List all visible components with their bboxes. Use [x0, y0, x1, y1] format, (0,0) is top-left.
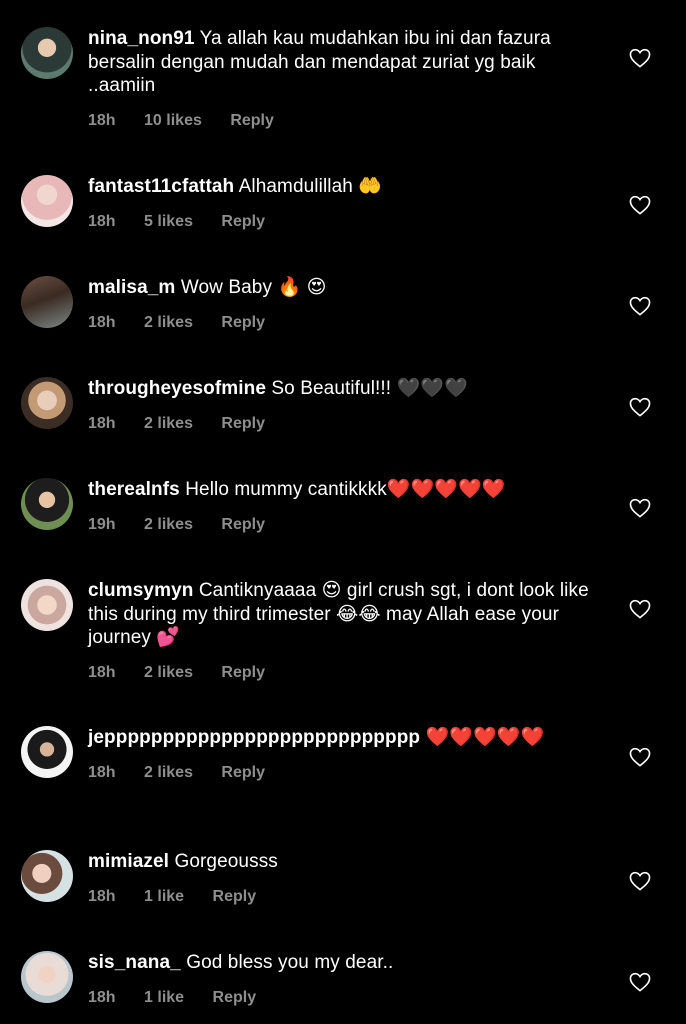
reply-button[interactable]: Reply: [213, 888, 257, 905]
comment-time: 18h: [88, 763, 116, 781]
comment-username[interactable]: througheyesofmine: [88, 378, 266, 399]
comment-body: sis_nana_ God bless you my dear.. 18h 1 …: [88, 951, 608, 1007]
comment-text: sis_nana_ God bless you my dear..: [88, 951, 608, 975]
reply-button[interactable]: Reply: [213, 989, 257, 1006]
comment-likes[interactable]: 1 like: [144, 888, 184, 905]
like-heart-icon[interactable]: [629, 498, 651, 518]
comment-message: God bless you my dear..: [186, 952, 394, 973]
comment-time: 18h: [88, 212, 116, 230]
comment-text: therealnfs Hello mummy cantikkkk❤️❤️❤️❤️…: [88, 478, 608, 502]
reply-button[interactable]: Reply: [221, 213, 265, 230]
comment-username[interactable]: nina_non91: [88, 28, 195, 49]
reply-button[interactable]: Reply: [221, 664, 265, 681]
reply-button[interactable]: Reply: [221, 516, 265, 533]
comment-likes[interactable]: 2 likes: [144, 664, 193, 681]
avatar[interactable]: [21, 175, 73, 227]
comment-message: Hello mummy cantikkkk❤️❤️❤️❤️❤️: [185, 479, 506, 500]
avatar[interactable]: [21, 726, 73, 778]
comment-username[interactable]: jeppppppppppppppppppppppppppp: [88, 727, 420, 748]
avatar[interactable]: [21, 579, 73, 631]
comment-body: malisa_m Wow Baby 🔥 😍 18h 2 likes Reply: [88, 276, 608, 332]
like-heart-icon[interactable]: [629, 871, 651, 891]
avatar[interactable]: [21, 478, 73, 530]
comment-body: througheyesofmine So Beautiful!!! 🖤🖤🖤 18…: [88, 377, 608, 433]
comment-time: 18h: [88, 663, 116, 681]
comment-likes[interactable]: 10 likes: [144, 112, 202, 129]
comment-likes[interactable]: 2 likes: [144, 516, 193, 533]
comment-text: clumsymyn Cantiknyaaaa 😍 girl crush sgt,…: [88, 579, 608, 650]
like-heart-icon[interactable]: [629, 48, 651, 68]
like-heart-icon[interactable]: [629, 747, 651, 767]
reply-button[interactable]: Reply: [230, 112, 274, 129]
like-heart-icon[interactable]: [629, 599, 651, 619]
comment-time: 18h: [88, 414, 116, 432]
comment-text: malisa_m Wow Baby 🔥 😍: [88, 276, 608, 300]
like-heart-icon[interactable]: [629, 972, 651, 992]
comment-username[interactable]: malisa_m: [88, 277, 175, 298]
comment-body: therealnfs Hello mummy cantikkkk❤️❤️❤️❤️…: [88, 478, 608, 534]
comment-likes[interactable]: 1 like: [144, 989, 184, 1006]
comment-meta: 18h 2 likes Reply: [88, 314, 608, 332]
comment-time: 18h: [88, 887, 116, 905]
comment-meta: 18h 2 likes Reply: [88, 415, 608, 433]
comment-text: nina_non91 Ya allah kau mudahkan ibu ini…: [88, 27, 608, 98]
comment-time: 18h: [88, 988, 116, 1006]
comment-message: Alhamdulillah 🤲: [238, 176, 383, 197]
avatar[interactable]: [21, 276, 73, 328]
reply-button[interactable]: Reply: [221, 764, 265, 781]
comment-meta: 18h 1 like Reply: [88, 888, 608, 906]
comment-body: clumsymyn Cantiknyaaaa 😍 girl crush sgt,…: [88, 579, 608, 682]
comment-time: 18h: [88, 111, 116, 129]
comment-username[interactable]: sis_nana_: [88, 952, 181, 973]
like-heart-icon[interactable]: [629, 195, 651, 215]
comment-body: nina_non91 Ya allah kau mudahkan ibu ini…: [88, 27, 608, 130]
comment-text: througheyesofmine So Beautiful!!! 🖤🖤🖤: [88, 377, 608, 401]
avatar[interactable]: [21, 850, 73, 902]
comment-text: mimiazel Gorgeousss: [88, 850, 608, 874]
comment-text: jeppppppppppppppppppppppppppp ❤️❤️❤️❤️❤️: [88, 726, 608, 750]
comment-body: jeppppppppppppppppppppppppppp ❤️❤️❤️❤️❤️…: [88, 726, 608, 782]
comment-meta: 18h 1 like Reply: [88, 989, 608, 1007]
comment-likes[interactable]: 2 likes: [144, 314, 193, 331]
comment-username[interactable]: therealnfs: [88, 479, 180, 500]
comment-username[interactable]: clumsymyn: [88, 580, 193, 601]
comment-time: 18h: [88, 313, 116, 331]
avatar[interactable]: [21, 951, 73, 1003]
like-heart-icon[interactable]: [629, 296, 651, 316]
comment-meta: 18h 2 likes Reply: [88, 764, 608, 782]
comment-meta: 18h 2 likes Reply: [88, 664, 608, 682]
reply-button[interactable]: Reply: [221, 314, 265, 331]
comment-username[interactable]: mimiazel: [88, 851, 169, 872]
comment-body: fantast11cfattah Alhamdulillah 🤲 18h 5 l…: [88, 175, 608, 231]
comment-message: Wow Baby 🔥 😍: [180, 277, 327, 298]
avatar[interactable]: [21, 27, 73, 79]
avatar[interactable]: [21, 377, 73, 429]
like-heart-icon[interactable]: [629, 397, 651, 417]
reply-button[interactable]: Reply: [221, 415, 265, 432]
comment-time: 19h: [88, 515, 116, 533]
comment-message: Gorgeousss: [174, 851, 278, 872]
comment-likes[interactable]: 5 likes: [144, 213, 193, 230]
comment-message: ❤️❤️❤️❤️❤️: [425, 727, 545, 748]
comment-body: mimiazel Gorgeousss 18h 1 like Reply: [88, 850, 608, 906]
comment-likes[interactable]: 2 likes: [144, 764, 193, 781]
comment-meta: 19h 2 likes Reply: [88, 516, 608, 534]
comments-list: nina_non91 Ya allah kau mudahkan ibu ini…: [0, 0, 686, 1024]
comment-likes[interactable]: 2 likes: [144, 415, 193, 432]
comment-meta: 18h 5 likes Reply: [88, 213, 608, 231]
comment-username[interactable]: fantast11cfattah: [88, 176, 234, 197]
comment-meta: 18h 10 likes Reply: [88, 112, 608, 130]
comment-message: So Beautiful!!! 🖤🖤🖤: [271, 378, 468, 399]
comment-text: fantast11cfattah Alhamdulillah 🤲: [88, 175, 608, 199]
